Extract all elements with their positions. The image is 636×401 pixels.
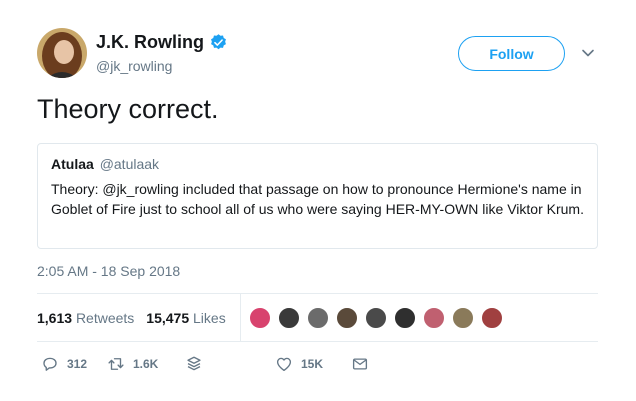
liker-avatar[interactable] <box>277 306 300 329</box>
liker-avatar[interactable] <box>364 306 387 329</box>
likes-stat[interactable]: 15,475 Likes <box>146 310 225 326</box>
message-button[interactable] <box>351 355 377 373</box>
reply-count: 312 <box>67 357 88 371</box>
retweets-count: 1,613 <box>37 309 73 326</box>
divider-bottom <box>37 341 598 342</box>
quoted-author-handle: @atulaak <box>99 156 160 172</box>
author-avatar[interactable] <box>37 28 87 78</box>
liker-avatar[interactable] <box>422 306 445 329</box>
liker-avatar[interactable] <box>480 306 503 329</box>
author-name-row: J.K. Rowling <box>96 32 228 53</box>
heart-icon <box>276 357 292 372</box>
stats-separator <box>239 294 241 341</box>
quoted-tweet-text: Theory: @jk_rowling included that passag… <box>51 181 584 217</box>
quoted-tweet[interactable]: Atulaa @atulaak Theory: @jk_rowling incl… <box>37 143 598 249</box>
liker-avatar[interactable] <box>393 306 416 329</box>
author-name[interactable]: J.K. Rowling <box>96 32 204 53</box>
quoted-author-name: Atulaa <box>51 156 94 172</box>
follow-button[interactable]: Follow <box>458 36 565 71</box>
like-button[interactable]: 15K <box>275 355 351 373</box>
chevron-down-icon[interactable] <box>581 46 595 60</box>
tweet-text: Theory correct. <box>37 94 219 124</box>
reply-button[interactable]: 312 <box>41 355 103 373</box>
retweet-count: 1.6K <box>133 357 159 371</box>
liker-avatar[interactable] <box>306 306 329 329</box>
envelope-icon <box>352 358 368 370</box>
liker-avatar[interactable] <box>451 306 474 329</box>
author-handle[interactable]: @jk_rowling <box>96 58 172 74</box>
likes-count: 15,475 <box>146 309 190 326</box>
likers-avatars <box>248 306 510 329</box>
retweets-label: Retweets <box>75 309 135 326</box>
liker-avatar[interactable] <box>248 306 271 329</box>
quoted-tweet-header: Atulaa @atulaak <box>51 155 584 173</box>
stack-icon <box>187 356 201 371</box>
retweet-icon <box>108 358 124 370</box>
direct-message-button[interactable] <box>185 355 275 373</box>
retweet-button[interactable]: 1.6K <box>107 355 185 373</box>
tweet-header: J.K. Rowling @jk_rowling Follow <box>37 28 607 80</box>
tweet-timestamp[interactable]: 2:05 AM - 18 Sep 2018 <box>37 263 180 279</box>
tweet-stats: 1,613 Retweets 15,475 Likes <box>37 294 598 341</box>
retweets-stat[interactable]: 1,613 Retweets <box>37 310 134 326</box>
reply-icon <box>43 357 57 371</box>
likes-label: Likes <box>193 309 226 326</box>
liker-avatar[interactable] <box>335 306 358 329</box>
verified-badge-icon <box>211 34 226 50</box>
tweet-actions: 312 1.6K 15K <box>37 352 598 376</box>
like-count: 15K <box>301 357 324 371</box>
